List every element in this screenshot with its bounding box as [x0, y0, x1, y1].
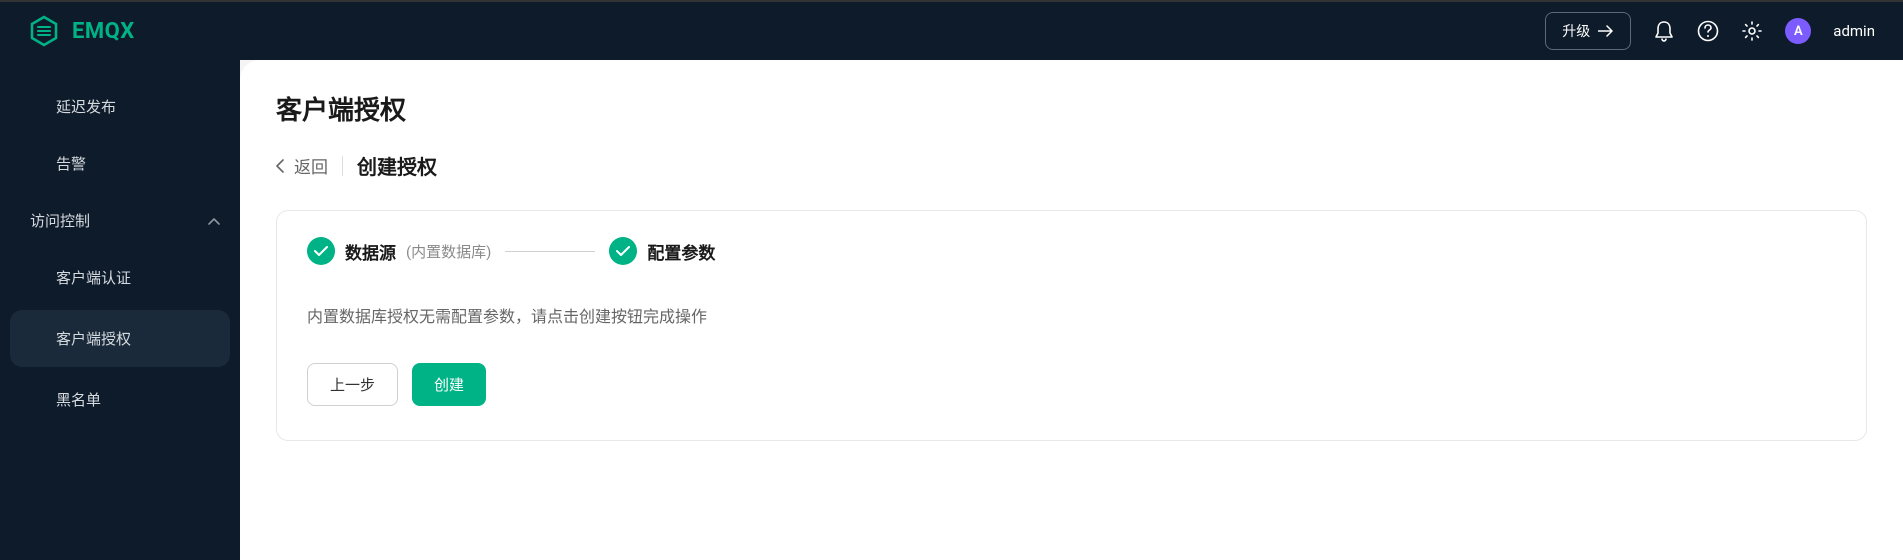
check-icon	[609, 237, 637, 265]
create-button[interactable]: 创建	[412, 363, 486, 406]
steps: 数据源 (内置数据库) 配置参数	[307, 237, 1836, 265]
back-link[interactable]: 返回	[276, 153, 328, 178]
arrow-right-icon	[1598, 25, 1614, 37]
sidebar-item-alarm[interactable]: 告警	[0, 135, 240, 192]
step-datasource: 数据源 (内置数据库)	[307, 237, 491, 265]
sidebar-item-label: 告警	[56, 155, 86, 173]
divider	[342, 156, 343, 176]
sub-title: 创建授权	[357, 151, 437, 180]
sidebar-item-label: 客户端认证	[56, 269, 131, 287]
username[interactable]: admin	[1833, 22, 1875, 40]
step-connector	[505, 251, 595, 252]
help-icon[interactable]	[1697, 20, 1719, 42]
sidebar: 延迟发布 告警 访问控制 客户端认证 客户端授权 黑名单	[0, 60, 240, 560]
sidebar-item-blacklist[interactable]: 黑名单	[0, 371, 240, 428]
check-icon	[307, 237, 335, 265]
button-row: 上一步 创建	[307, 363, 1836, 406]
card-description: 内置数据库授权无需配置参数，请点击创建按钮完成操作	[307, 303, 1836, 327]
header: EMQX 升级 A	[0, 0, 1903, 60]
upgrade-button[interactable]: 升级	[1545, 12, 1631, 50]
sidebar-item-label: 客户端授权	[56, 330, 131, 348]
bell-icon[interactable]	[1653, 20, 1675, 42]
wizard-card: 数据源 (内置数据库) 配置参数 内置数据库授权无需配置参数，请点击创建按钮完成…	[276, 210, 1867, 441]
avatar[interactable]: A	[1785, 18, 1811, 44]
sidebar-section-access-control[interactable]: 访问控制	[0, 192, 240, 249]
sidebar-item-label: 黑名单	[56, 391, 101, 409]
back-label: 返回	[294, 153, 328, 178]
sidebar-item-client-auth[interactable]: 客户端认证	[0, 249, 240, 306]
step-title: 数据源	[345, 239, 396, 264]
upgrade-label: 升级	[1562, 21, 1590, 41]
gear-icon[interactable]	[1741, 20, 1763, 42]
chevron-up-icon	[208, 212, 220, 230]
body-wrap: 延迟发布 告警 访问控制 客户端认证 客户端授权 黑名单 客户端授权 返回 创建…	[0, 60, 1903, 560]
sub-header: 返回 创建授权	[276, 151, 1867, 180]
header-left: EMQX	[28, 15, 135, 47]
chevron-left-icon	[276, 159, 284, 173]
sidebar-section-label: 访问控制	[30, 210, 90, 231]
sidebar-item-client-authz[interactable]: 客户端授权	[10, 310, 230, 367]
header-right: 升级 A admin	[1545, 12, 1875, 50]
step-desc: (内置数据库)	[406, 241, 491, 262]
step-title: 配置参数	[647, 239, 715, 264]
sidebar-item-delayed-publish[interactable]: 延迟发布	[0, 78, 240, 135]
main-content: 客户端授权 返回 创建授权 数据源 (内置数据库)	[240, 60, 1903, 560]
previous-button[interactable]: 上一步	[307, 363, 398, 406]
avatar-letter: A	[1794, 24, 1803, 39]
step-config: 配置参数	[609, 237, 715, 265]
sidebar-item-label: 延迟发布	[56, 98, 116, 116]
brand-name[interactable]: EMQX	[72, 19, 135, 44]
page-title: 客户端授权	[276, 90, 1867, 127]
logo-icon[interactable]	[28, 15, 60, 47]
